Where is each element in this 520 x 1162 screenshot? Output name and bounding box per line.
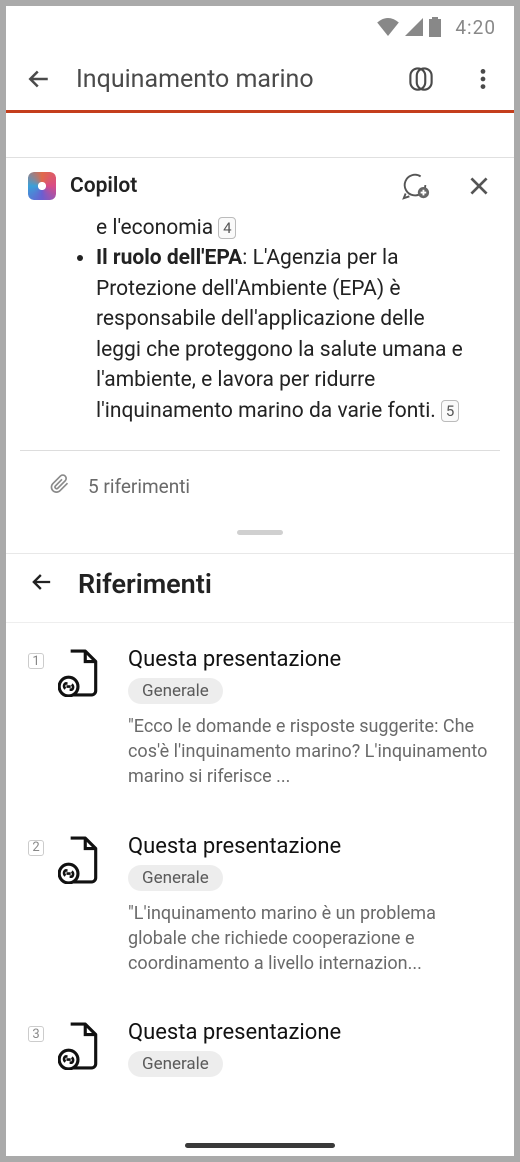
references-header: Riferimenti bbox=[6, 554, 514, 623]
document-title: Inquinamento marino bbox=[76, 65, 382, 94]
reference-item[interactable]: 3 Questa presentazione Generale bbox=[28, 1020, 492, 1087]
copilot-logo-icon bbox=[28, 172, 56, 200]
reference-number: 1 bbox=[28, 653, 44, 669]
reference-number: 3 bbox=[28, 1026, 44, 1042]
close-icon[interactable] bbox=[466, 173, 492, 199]
spacer bbox=[6, 113, 514, 157]
overflow-menu-icon[interactable] bbox=[470, 66, 496, 92]
cellular-icon bbox=[405, 18, 423, 36]
copilot-header: Copilot bbox=[6, 157, 514, 213]
wifi-icon bbox=[377, 18, 399, 36]
reference-snippet: "Ecco le domande e risposte suggerite: C… bbox=[128, 714, 492, 790]
reference-tag: Generale bbox=[128, 1051, 223, 1077]
reference-tag: Generale bbox=[128, 865, 223, 891]
device-frame: 4:20 Inquinamento marino Copilot bbox=[6, 6, 514, 1156]
new-chat-icon[interactable] bbox=[400, 171, 430, 201]
response-line: e l'economia 4 bbox=[46, 213, 474, 243]
copilot-shortcut-icon[interactable] bbox=[404, 62, 438, 96]
reference-item[interactable]: 2 Questa presentazione Generale "L'inqui… bbox=[28, 834, 492, 977]
bullet-body-text: : L'Agenzia per la Protezione dell'Ambie… bbox=[96, 246, 463, 422]
drag-handle[interactable] bbox=[237, 530, 283, 535]
reference-title: Questa presentazione bbox=[128, 1020, 492, 1045]
app-header: Inquinamento marino bbox=[6, 48, 514, 110]
copilot-title: Copilot bbox=[70, 174, 386, 198]
document-link-icon bbox=[58, 649, 100, 790]
battery-icon bbox=[429, 17, 441, 37]
status-clock: 4:20 bbox=[455, 16, 496, 39]
reference-snippet: "L'inquinamento marino è un problema glo… bbox=[128, 901, 492, 977]
back-button[interactable] bbox=[24, 64, 54, 94]
document-link-icon bbox=[58, 836, 100, 977]
references-title: Riferimenti bbox=[78, 568, 212, 600]
home-indicator[interactable] bbox=[185, 1143, 335, 1148]
reference-title: Questa presentazione bbox=[128, 834, 492, 859]
references-panel: Riferimenti 1 Questa presentazione Gener… bbox=[6, 553, 514, 1087]
citation-badge[interactable]: 5 bbox=[441, 400, 459, 422]
attachment-icon bbox=[50, 473, 70, 500]
reference-item[interactable]: 1 Questa presentazione Generale "Ecco le… bbox=[28, 647, 492, 790]
status-bar: 4:20 bbox=[6, 6, 514, 48]
reference-tag: Generale bbox=[128, 678, 223, 704]
bullet-bold-text: Il ruolo dell'EPA bbox=[96, 246, 242, 270]
response-text-fragment: e l'economia bbox=[96, 216, 213, 240]
copilot-response: e l'economia 4 Il ruolo dell'EPA: L'Agen… bbox=[20, 213, 500, 451]
references-back-button[interactable] bbox=[28, 568, 56, 600]
response-bullet: Il ruolo dell'EPA: L'Agenzia per la Prot… bbox=[96, 243, 474, 426]
citation-badge[interactable]: 4 bbox=[218, 217, 236, 239]
references-summary[interactable]: 5 riferimenti bbox=[20, 451, 500, 522]
reference-number: 2 bbox=[28, 840, 44, 856]
references-count: 5 riferimenti bbox=[88, 475, 190, 498]
document-link-icon bbox=[58, 1022, 100, 1087]
reference-list: 1 Questa presentazione Generale "Ecco le… bbox=[6, 623, 514, 1087]
reference-title: Questa presentazione bbox=[128, 647, 492, 672]
